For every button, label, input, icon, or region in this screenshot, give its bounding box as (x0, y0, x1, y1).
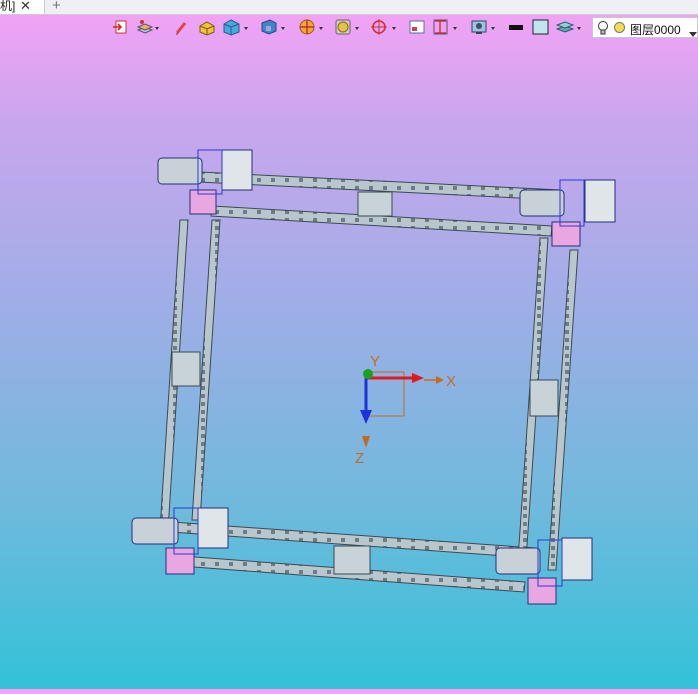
dimension-icon[interactable] (432, 18, 460, 38)
model-view (131, 149, 616, 605)
solid-box-icon[interactable] (198, 18, 216, 38)
close-icon[interactable]: ✕ (20, 0, 31, 12)
new-tab-button[interactable]: + (52, 0, 61, 14)
z-axis-label: Z (355, 450, 365, 467)
document-tab[interactable]: 机] ✕ (0, 0, 45, 14)
pencil-icon[interactable] (174, 18, 188, 38)
layer-name: 图层0000 (630, 23, 681, 37)
3d-viewport[interactable]: X Y Z (0, 40, 698, 689)
exit-icon[interactable] (112, 18, 128, 38)
section-icon[interactable] (298, 18, 326, 38)
line-color-icon[interactable] (508, 18, 524, 38)
render-icon[interactable] (334, 18, 362, 38)
layer-color-swatch (614, 22, 625, 33)
x-axis-label: X (446, 373, 457, 390)
document-tab-title: 机] (0, 0, 16, 13)
lightbulb-icon (597, 20, 609, 41)
tab-bar: 机] ✕ + (0, 0, 698, 15)
layer-select[interactable]: 图层0000 (592, 17, 698, 38)
layer-stack-icon[interactable] (556, 18, 584, 38)
view-orient-icon[interactable] (260, 18, 288, 38)
snap-target-icon[interactable] (370, 18, 398, 38)
fill-color-icon[interactable] (532, 18, 550, 38)
y-axis-label: Y (370, 353, 381, 370)
display-settings-icon[interactable] (470, 18, 498, 38)
shaded-cube-icon[interactable] (222, 18, 250, 38)
coordinate-triad (360, 369, 444, 448)
layer-manage-icon[interactable] (136, 18, 160, 38)
frame-icon[interactable] (408, 18, 426, 38)
